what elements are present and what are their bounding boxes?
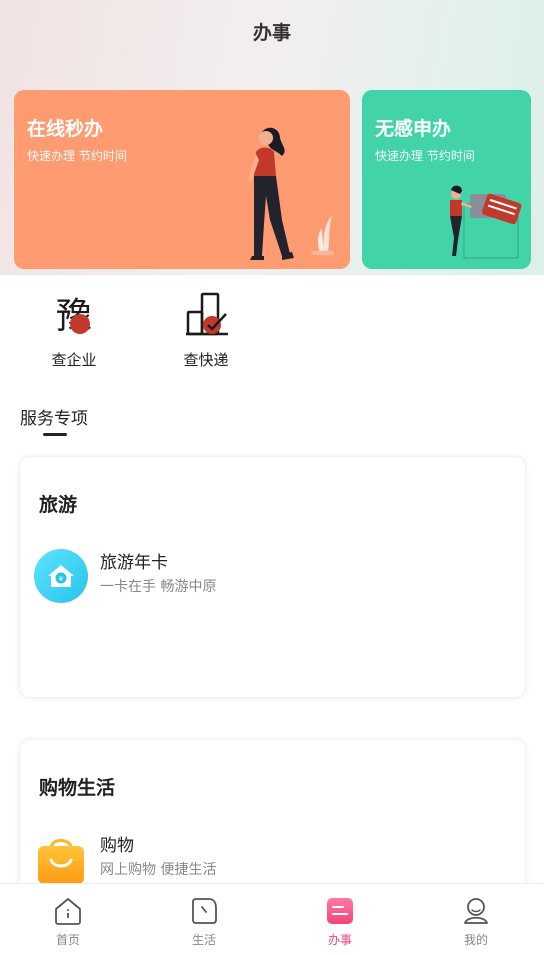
tab-label: 办事 (327, 933, 352, 947)
banner-seamless-service[interactable]: 无感申办 快速办理 节约时间 (362, 90, 531, 269)
express-check-icon (186, 292, 228, 336)
tab-life[interactable]: 生活 (136, 884, 272, 955)
tab-home[interactable]: 首页 (0, 884, 136, 955)
card-title: 旅游 (39, 494, 78, 516)
traveler-illustration (450, 185, 522, 259)
tab-affairs[interactable]: 办事 (272, 884, 408, 955)
travel-card-icon: ¥ (34, 549, 88, 603)
service-description: 网上购物 便捷生活 (100, 862, 217, 878)
service-card-travel: 旅游 ¥ 旅游年卡 一卡在手 畅游中原 (20, 457, 525, 697)
quick-action-enterprise[interactable]: 豫 查企业 (22, 290, 122, 372)
service-name: 购物 (100, 836, 134, 856)
service-description: 一卡在手 畅游中原 (100, 579, 217, 595)
banner-subtitle: 快速办理 节约时间 (375, 149, 475, 163)
section-underline (43, 433, 67, 436)
banner-subtitle: 快速办理 节约时间 (27, 149, 127, 163)
banner-online-service[interactable]: 在线秒办 快速办理 节约时间 (14, 90, 350, 269)
quick-action-label: 查快递 (183, 351, 229, 369)
quick-action-express[interactable]: 查快递 (154, 290, 254, 372)
quick-action-label: 查企业 (51, 351, 97, 369)
shopping-bag-icon (38, 839, 84, 884)
svg-text:¥: ¥ (59, 575, 64, 583)
service-name: 旅游年卡 (100, 553, 168, 573)
tab-label: 生活 (191, 933, 216, 947)
tab-label: 我的 (463, 933, 488, 947)
tab-profile[interactable]: 我的 (408, 884, 544, 955)
enterprise-seal-icon: 豫 (56, 296, 92, 337)
woman-illustration (248, 127, 334, 260)
banner-title: 在线秒办 (27, 118, 104, 140)
bottom-tab-bar: 首页 生活 办事 我的 (0, 883, 544, 955)
tab-label: 首页 (55, 933, 80, 947)
affairs-icon (327, 898, 353, 924)
home-icon (55, 898, 81, 925)
life-icon (192, 898, 217, 924)
page-title: 办事 (252, 22, 291, 44)
profile-icon (464, 898, 488, 924)
service-item-travel-card[interactable]: ¥ 旅游年卡 一卡在手 畅游中原 (20, 543, 525, 609)
banner-title: 无感申办 (375, 118, 452, 140)
section-title: 服务专项 (20, 409, 88, 429)
card-title: 购物生活 (39, 777, 116, 799)
